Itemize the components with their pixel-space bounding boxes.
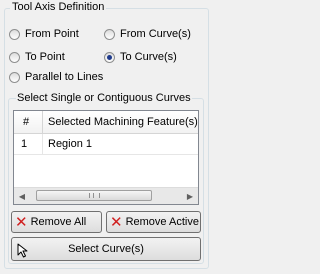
radio-to-curves-indicator[interactable] [104,51,115,63]
features-grid[interactable]: # Selected Machining Feature(s) 1 Region… [13,110,199,205]
row-number-cell: 1 [14,134,43,154]
radio-parallel-indicator[interactable] [9,71,20,83]
scroll-left-icon[interactable]: ◀ [14,188,30,204]
radio-to-point-label: To Point [25,51,65,63]
radio-from-point-indicator[interactable] [9,28,20,40]
table-row[interactable]: 1 Region 1 [14,134,198,155]
column-header-feature-label: Selected Machining Feature(s) [48,116,198,128]
radio-from-curves-label: From Curve(s) [120,28,191,40]
column-header-number[interactable]: # [14,111,43,133]
radio-from-curves[interactable]: From Curve(s) [104,28,191,40]
arrow-cursor-icon [17,243,28,258]
scroll-thumb[interactable] [36,190,152,201]
row-feature: Region 1 [48,138,93,150]
x-icon: ✕ [15,213,28,231]
column-header-feature[interactable]: Selected Machining Feature(s) [43,111,198,133]
row-feature-cell: Region 1 [43,134,198,154]
remove-active-button[interactable]: ✕ Remove Active [106,211,201,233]
group-title: Tool Axis Definition [10,1,107,13]
radio-to-point-indicator[interactable] [9,51,20,63]
row-number: 1 [21,138,28,150]
selection-title: Select Single or Contiguous Curves [16,92,192,104]
radio-from-curves-indicator[interactable] [104,28,115,40]
grid-header: # Selected Machining Feature(s) [14,111,198,134]
radio-parallel-to-lines[interactable]: Parallel to Lines [9,71,103,83]
radio-to-curves[interactable]: To Curve(s) [104,51,177,63]
radio-from-point[interactable]: From Point [9,28,79,40]
horizontal-scrollbar[interactable]: ◀ ▶ [14,187,198,204]
radio-from-point-label: From Point [25,28,79,40]
scroll-right-icon[interactable]: ▶ [182,188,198,204]
select-curves-label: Select Curve(s) [68,243,144,255]
column-header-number-label: # [23,116,30,128]
radio-to-point[interactable]: To Point [9,51,65,63]
scroll-grip-icon [89,193,100,198]
radio-parallel-label: Parallel to Lines [25,71,104,83]
remove-all-label: Remove All [30,216,87,228]
x-icon: ✕ [110,213,123,231]
remove-active-label: Remove Active [125,216,199,228]
select-curves-button[interactable]: Select Curve(s) [11,237,201,261]
remove-all-button[interactable]: ✕ Remove All [11,211,102,233]
radio-to-curves-label: To Curve(s) [120,51,177,63]
